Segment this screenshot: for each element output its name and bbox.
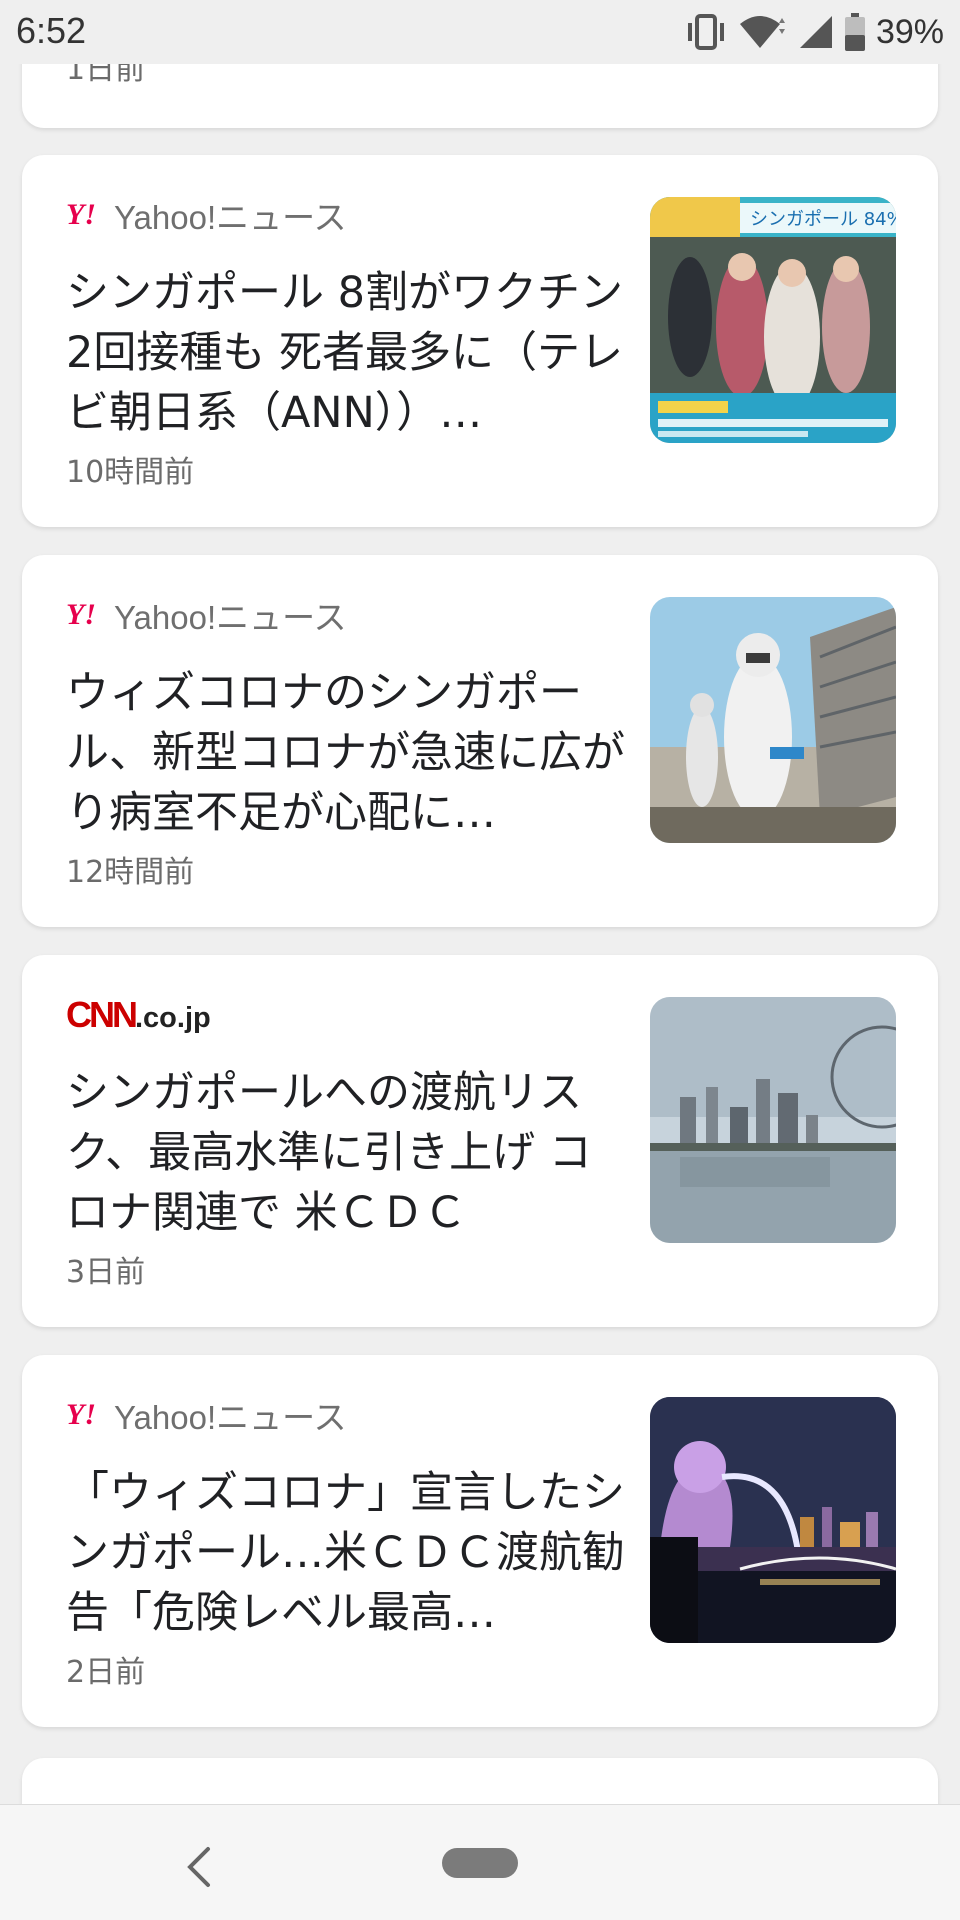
source-label: Yahoo!ニュース <box>114 199 347 236</box>
source-label: Yahoo!ニュース <box>114 599 347 636</box>
home-pill-icon[interactable] <box>442 1848 518 1878</box>
yahoo-logo: Y! <box>66 598 96 631</box>
news-thumbnail[interactable] <box>650 997 896 1243</box>
status-bar: 6:52 39% <box>0 0 960 64</box>
news-source: Y! Yahoo!ニュース <box>66 1395 347 1436</box>
news-time: 12時間前 <box>66 855 195 890</box>
cnn-logo-main: CNN <box>66 994 138 1035</box>
back-chevron-icon[interactable] <box>182 1845 214 1889</box>
status-time: 6:52 <box>16 10 87 51</box>
thumbnail-caption: シンガポール 84% <box>750 209 896 230</box>
news-source: Y! Yahoo!ニュース <box>66 195 347 236</box>
news-card[interactable]: Y! Yahoo!ニュース ウィズコロナのシンガポール、新型コロナが急速に広がり… <box>22 555 938 927</box>
wifi-icon <box>739 16 785 48</box>
yahoo-logo: Y! <box>66 1398 96 1431</box>
navigation-bar <box>0 1804 960 1920</box>
vibrate-icon <box>687 14 724 50</box>
news-card[interactable]: Y! Yahoo!ニュース シンガポール 8割がワクチン2回接種も 死者最多に（… <box>22 155 938 527</box>
cnn-logo: CNN .co.jp <box>66 994 211 1036</box>
battery-icon <box>844 13 865 51</box>
news-time: 3日前 <box>66 1255 146 1290</box>
cell-signal-icon <box>799 16 832 48</box>
news-thumbnail[interactable]: シンガポール 84% <box>650 197 896 443</box>
news-card[interactable]: Y! Yahoo!ニュース 「ウィズコロナ」宣言したシンガポール…米ＣＤＣ渡航勧… <box>22 1355 938 1727</box>
source-label: Yahoo!ニュース <box>114 1399 347 1436</box>
news-title[interactable]: シンガポール 8割がワクチン2回接種も 死者最多に（テレビ朝日系（ANN））… <box>66 263 626 443</box>
news-title[interactable]: 「ウィズコロナ」宣言したシンガポール…米ＣＤＣ渡航勧告「危険レベル最高… <box>66 1463 626 1643</box>
news-source: CNN .co.jp <box>66 994 211 1036</box>
news-card[interactable]: CNN .co.jp シンガポールへの渡航リスク、最高水準に引き上げ コロナ関連… <box>22 955 938 1327</box>
cnn-logo-suffix: .co.jp <box>135 1002 211 1034</box>
yahoo-logo: Y! <box>66 198 96 231</box>
battery-percent: 39% <box>875 12 944 51</box>
news-title[interactable]: シンガポールへの渡航リスク、最高水準に引き上げ コロナ関連で 米ＣＤＣ <box>66 1063 626 1243</box>
news-time: 2日前 <box>66 1655 146 1690</box>
status-icons: 39% <box>684 10 944 54</box>
news-source: Y! Yahoo!ニュース <box>66 595 347 636</box>
news-thumbnail[interactable] <box>650 1397 896 1643</box>
news-title[interactable]: ウィズコロナのシンガポール、新型コロナが急速に広がり病室不足が心配に… <box>66 663 626 843</box>
news-thumbnail[interactable] <box>650 597 896 843</box>
news-time: 10時間前 <box>66 455 195 490</box>
